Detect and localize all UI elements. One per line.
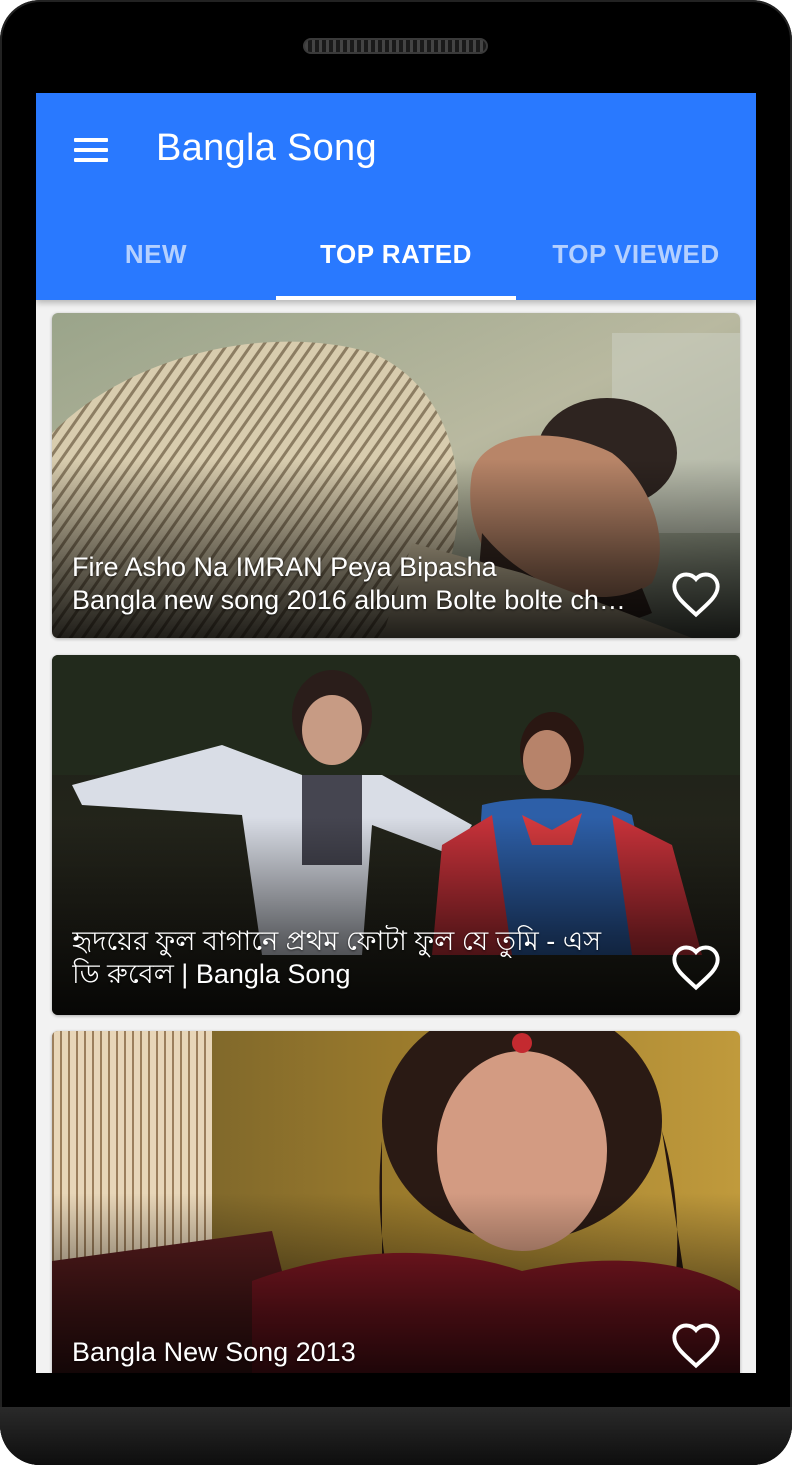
app-screen: Bangla Song NEW TOP RATED TOP VIEWED Fir… (36, 93, 756, 1373)
song-title-line-1: Bangla New Song 2013 (72, 1337, 356, 1367)
menu-icon[interactable] (72, 137, 112, 165)
tab-bar: NEW TOP RATED TOP VIEWED (36, 213, 756, 300)
heart-outline-icon[interactable] (670, 570, 722, 618)
song-title-line-2: ডি রুবেল | Bangla Song (72, 959, 351, 989)
app-bar: Bangla Song NEW TOP RATED TOP VIEWED (36, 93, 756, 300)
tab-top-rated[interactable]: TOP RATED (276, 213, 516, 300)
song-title: Fire Asho Na IMRAN Peya Bipasha Bangla n… (72, 551, 632, 617)
active-tab-indicator (276, 296, 516, 300)
tab-top-viewed[interactable]: TOP VIEWED (516, 213, 756, 300)
heart-outline-icon[interactable] (670, 1321, 722, 1369)
phone-bottom-bezel (0, 1407, 792, 1465)
song-title: Bangla New Song 2013 (72, 1336, 632, 1369)
song-title-line-1: Fire Asho Na IMRAN Peya Bipasha (72, 552, 497, 582)
song-title-line-2: Bangla new song 2016 album Bolte bolte c… (72, 585, 632, 615)
song-title-line-1: হৃদয়ের ফুল বাগানে প্রথম ফোটা ফুল যে তুম… (72, 926, 602, 956)
song-title: হৃদয়ের ফুল বাগানে প্রথম ফোটা ফুল যে তুম… (72, 925, 632, 991)
tab-new[interactable]: NEW (36, 213, 276, 300)
phone-speaker (303, 38, 488, 54)
phone-frame: Bangla Song NEW TOP RATED TOP VIEWED Fir… (0, 0, 792, 1465)
app-title: Bangla Song (156, 127, 377, 169)
song-card[interactable]: Bangla New Song 2013 (52, 1031, 740, 1373)
song-card[interactable]: Fire Asho Na IMRAN Peya Bipasha Bangla n… (52, 313, 740, 638)
heart-outline-icon[interactable] (670, 943, 722, 991)
song-card[interactable]: হৃদয়ের ফুল বাগানে প্রথম ফোটা ফুল যে তুম… (52, 655, 740, 1015)
